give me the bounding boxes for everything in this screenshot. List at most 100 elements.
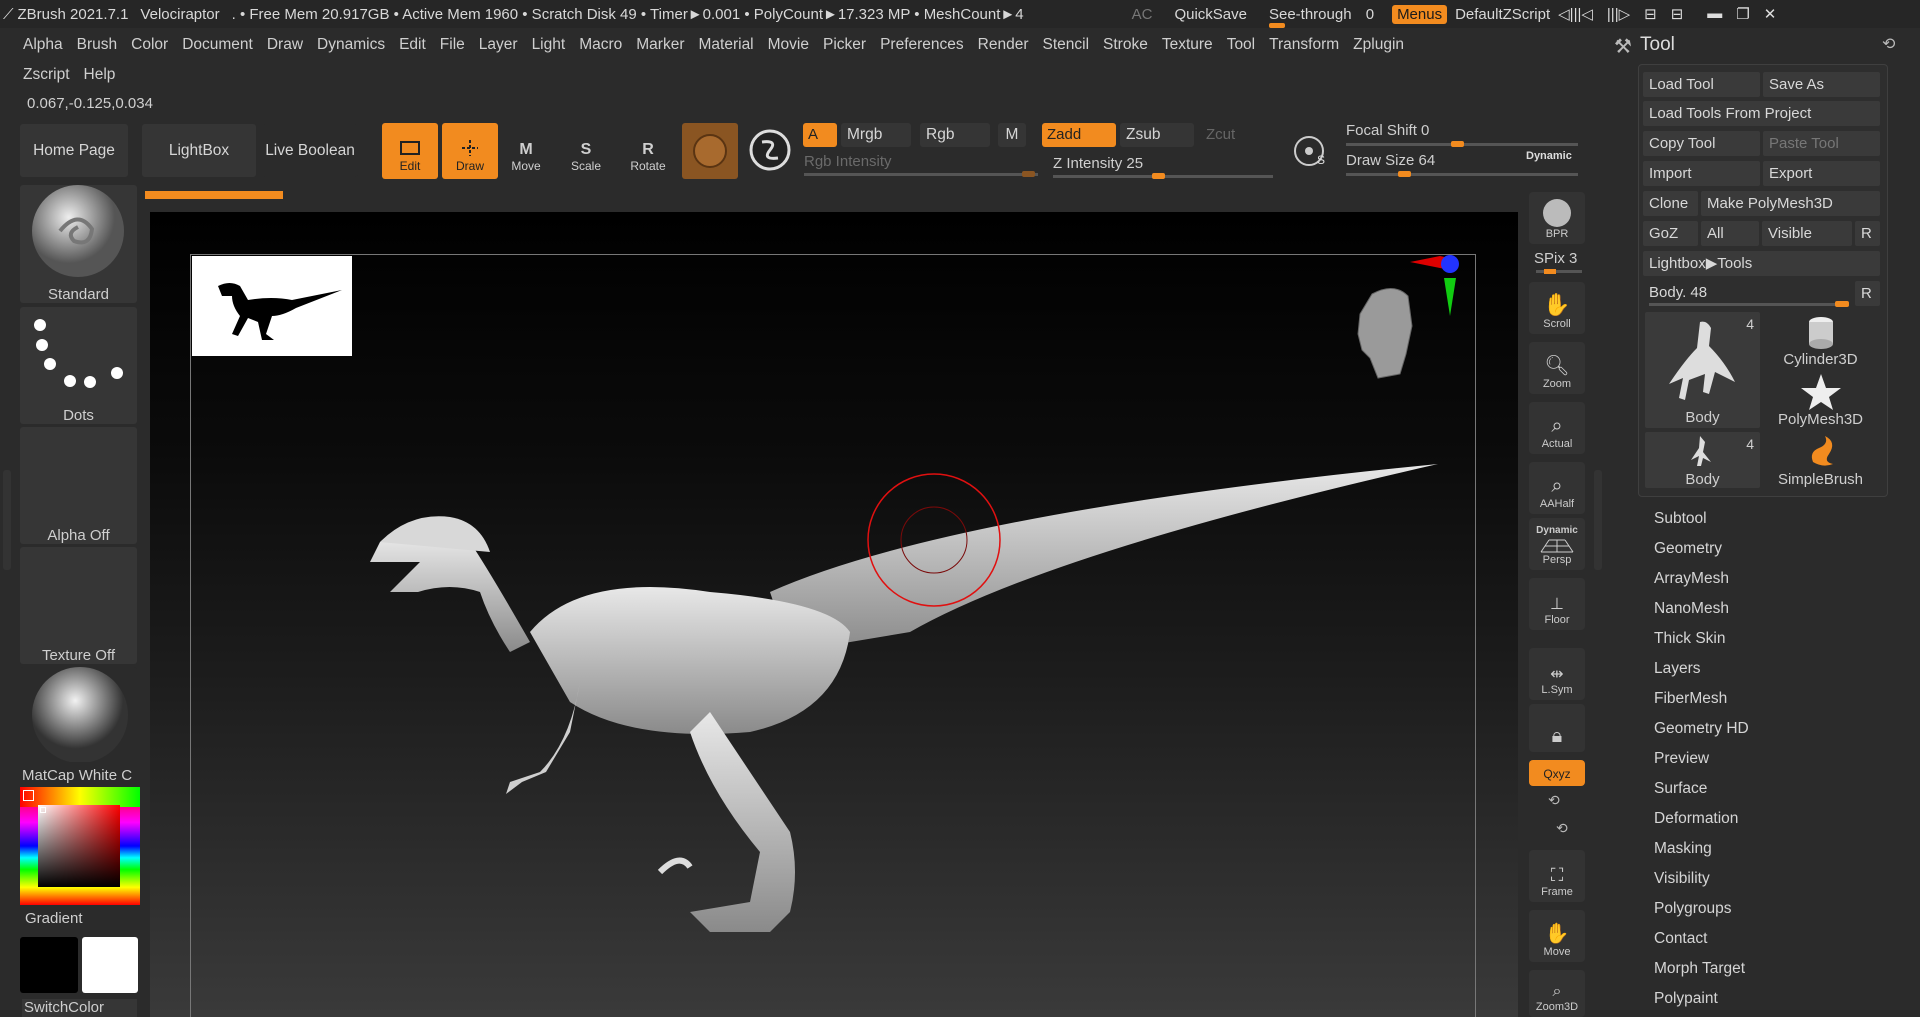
lightbox-tools-button[interactable]: Lightbox▶Tools bbox=[1643, 251, 1880, 276]
menu-light[interactable]: Light bbox=[532, 36, 566, 54]
make-polymesh3d-button[interactable]: Make PolyMesh3D bbox=[1701, 191, 1880, 216]
save-as-button[interactable]: Save As bbox=[1763, 72, 1880, 97]
goz-button[interactable]: GoZ bbox=[1643, 221, 1698, 246]
brush-selector[interactable]: Standard bbox=[20, 185, 137, 303]
menu-picker[interactable]: Picker bbox=[823, 36, 866, 54]
palette2-icon[interactable]: ⊟ bbox=[1671, 5, 1684, 23]
spix-slider[interactable]: SPix 3 bbox=[1534, 250, 1584, 274]
ac-button[interactable]: AC bbox=[1132, 6, 1153, 23]
menu-macro[interactable]: Macro bbox=[579, 36, 622, 54]
zoom3d-button[interactable]: ⌕ Zoom3D bbox=[1529, 970, 1585, 1017]
stroke-selector[interactable]: Dots bbox=[20, 307, 137, 424]
lightbox-button[interactable]: LightBox bbox=[142, 124, 256, 177]
body-slider[interactable]: Body. 48 bbox=[1643, 280, 1851, 307]
scale-button[interactable]: S Scale bbox=[562, 123, 610, 179]
symmetry-brush-button[interactable] bbox=[748, 128, 792, 172]
subpalette-layers[interactable]: Layers bbox=[1654, 654, 1749, 684]
color-picker[interactable] bbox=[20, 787, 140, 905]
palette-icon[interactable]: ⊟ bbox=[1644, 5, 1657, 23]
alpha-selector[interactable]: Alpha Off bbox=[20, 427, 137, 544]
zcut-toggle[interactable]: Zcut bbox=[1200, 126, 1274, 150]
spix-knob[interactable] bbox=[1544, 269, 1556, 274]
close-icon[interactable]: ✕ bbox=[1764, 5, 1777, 23]
saturation-square[interactable] bbox=[38, 805, 120, 887]
rotate-button[interactable]: R Rotate bbox=[624, 123, 672, 179]
tool-thumb-polymesh3d[interactable]: PolyMesh3D bbox=[1763, 372, 1878, 428]
body-slider-knob[interactable] bbox=[1835, 301, 1849, 307]
subpalette-polygroups[interactable]: Polygroups bbox=[1654, 894, 1749, 924]
m-toggle[interactable]: M bbox=[998, 123, 1026, 147]
menu-material[interactable]: Material bbox=[699, 36, 754, 54]
layout-icon[interactable]: ◁|||◁ bbox=[1558, 5, 1593, 23]
menus-toggle[interactable]: Menus bbox=[1392, 4, 1448, 24]
edit-button[interactable]: Edit bbox=[382, 123, 438, 179]
menu-stencil[interactable]: Stencil bbox=[1043, 36, 1090, 54]
aahalf-button[interactable]: ⌕ AAHalf bbox=[1529, 462, 1585, 514]
menu-render[interactable]: Render bbox=[978, 36, 1029, 54]
tool-thumb-body-small[interactable]: 4 Body bbox=[1645, 432, 1760, 488]
a-toggle[interactable]: A bbox=[803, 123, 837, 147]
menu-edit[interactable]: Edit bbox=[399, 36, 426, 54]
menu-layer[interactable]: Layer bbox=[479, 36, 518, 54]
goz-all-button[interactable]: All bbox=[1701, 221, 1759, 246]
clone-button[interactable]: Clone bbox=[1643, 191, 1698, 216]
subpalette-thick-skin[interactable]: Thick Skin bbox=[1654, 624, 1749, 654]
subpalette-polypaint[interactable]: Polypaint bbox=[1654, 984, 1749, 1014]
subpalette-subtool[interactable]: Subtool bbox=[1654, 504, 1749, 534]
lsym-button[interactable]: ⇹ L.Sym bbox=[1529, 648, 1585, 700]
subpalette-nanomesh[interactable]: NanoMesh bbox=[1654, 594, 1749, 624]
menu-transform[interactable]: Transform bbox=[1269, 36, 1339, 54]
z-intensity-slider[interactable]: Z Intensity 25 bbox=[1053, 155, 1273, 179]
layout2-icon[interactable]: |||▷ bbox=[1607, 5, 1630, 23]
menu-zplugin[interactable]: Zplugin bbox=[1353, 36, 1404, 54]
menu-document[interactable]: Document bbox=[182, 36, 253, 54]
body-r-button[interactable]: R bbox=[1855, 281, 1880, 306]
live-boolean-button[interactable]: Live Boolean bbox=[262, 124, 358, 177]
subpalette-fibermesh[interactable]: FiberMesh bbox=[1654, 684, 1749, 714]
move-button[interactable]: M Move bbox=[502, 123, 550, 179]
goz-r-button[interactable]: R bbox=[1855, 221, 1880, 246]
menu-movie[interactable]: Movie bbox=[768, 36, 809, 54]
home-page-button[interactable]: Home Page bbox=[20, 124, 128, 177]
quicksave-button[interactable]: QuickSave bbox=[1174, 6, 1247, 23]
paste-tool-button[interactable]: Paste Tool bbox=[1763, 131, 1880, 156]
stroke-dynamics-button[interactable]: S bbox=[1289, 126, 1333, 176]
secondary-color-swatch[interactable] bbox=[82, 937, 138, 993]
z-intensity-knob[interactable] bbox=[1152, 173, 1165, 179]
seethrough-knob[interactable] bbox=[1268, 22, 1285, 28]
rgb-intensity-slider[interactable]: Rgb Intensity bbox=[804, 153, 1038, 177]
subpalette-preview[interactable]: Preview bbox=[1654, 744, 1749, 774]
default-zscript-button[interactable]: DefaultZScript bbox=[1455, 6, 1550, 23]
load-tools-from-project-button[interactable]: Load Tools From Project bbox=[1643, 101, 1880, 126]
rgb-intensity-knob[interactable] bbox=[1022, 171, 1035, 177]
lock-button[interactable]: 🔒︎ bbox=[1529, 704, 1585, 752]
menu-dynamics[interactable]: Dynamics bbox=[317, 36, 385, 54]
subpalette-geometry-hd[interactable]: Geometry HD bbox=[1654, 714, 1749, 744]
persp-button[interactable]: Dynamic Persp bbox=[1529, 518, 1585, 570]
move-view-button[interactable]: ✋ Move bbox=[1529, 910, 1585, 962]
scroll-button[interactable]: ✋ Scroll bbox=[1529, 282, 1585, 334]
minimize-icon[interactable]: ▬ bbox=[1707, 5, 1722, 23]
focal-shift-knob[interactable] bbox=[1451, 141, 1464, 147]
menu-color[interactable]: Color bbox=[131, 36, 168, 54]
tool-thumb-body-large[interactable]: 4 Body bbox=[1645, 312, 1760, 428]
subpalette-surface[interactable]: Surface bbox=[1654, 774, 1749, 804]
zsub-toggle[interactable]: Zsub bbox=[1120, 123, 1194, 147]
draw-button[interactable]: Draw bbox=[442, 123, 498, 179]
subpalette-geometry[interactable]: Geometry bbox=[1654, 534, 1749, 564]
y-rotate-icon[interactable]: ⟲ bbox=[1548, 792, 1560, 809]
sv-marker[interactable] bbox=[40, 807, 46, 813]
zadd-toggle[interactable]: Zadd bbox=[1042, 123, 1116, 147]
focal-shift-slider[interactable]: Focal Shift 0 bbox=[1346, 122, 1578, 147]
menu-preferences[interactable]: Preferences bbox=[880, 36, 964, 54]
mrgb-toggle[interactable]: Mrgb bbox=[841, 123, 911, 147]
menu-alpha[interactable]: Alpha bbox=[23, 36, 63, 54]
frame-button[interactable]: ⛶ Frame bbox=[1529, 850, 1585, 902]
switchcolor-button[interactable]: SwitchColor bbox=[22, 999, 137, 1017]
material-selector[interactable]: MatCap White C bbox=[20, 667, 137, 784]
reset-palette-icon[interactable]: ⟲ bbox=[1882, 34, 1895, 54]
menu-marker[interactable]: Marker bbox=[636, 36, 684, 54]
menu-zscript[interactable]: Zscript bbox=[23, 66, 70, 84]
right-tray-grip[interactable] bbox=[1594, 470, 1602, 570]
draw-size-knob[interactable] bbox=[1398, 171, 1411, 177]
